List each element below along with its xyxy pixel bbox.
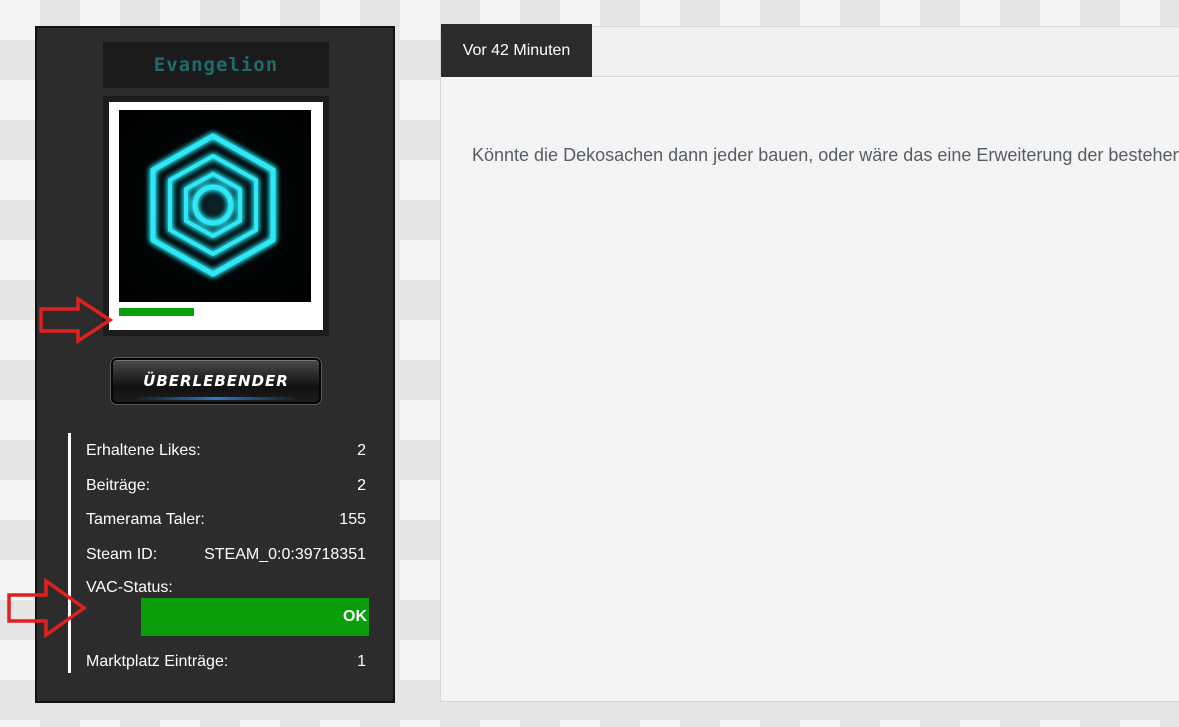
stat-likes: Erhaltene Likes: 2: [86, 439, 366, 463]
username-box: Evangelion: [103, 42, 329, 88]
post-panel: Vor 42 Minuten Könnte die Dekosachen dan…: [440, 24, 1179, 702]
red-arrow-icon: [39, 296, 114, 344]
post-content: Könnte die Dekosachen dann jeder bauen, …: [472, 145, 1179, 165]
rank-badge: ÜBERLEBENDER: [111, 358, 321, 404]
stat-value: 2: [357, 442, 366, 459]
username[interactable]: Evangelion: [154, 54, 278, 76]
rank-label: ÜBERLEBENDER: [143, 372, 289, 390]
stat-marketplace: Marktplatz Einträge: 1: [86, 650, 366, 674]
stat-label: Tamerama Taler:: [86, 511, 205, 528]
vac-status-badge: OK: [141, 598, 369, 636]
stat-label: Beiträge:: [86, 477, 151, 494]
stat-posts: Beiträge: 2: [86, 474, 366, 498]
stat-value[interactable]: 1: [357, 653, 366, 671]
vac-status-text: OK: [343, 608, 367, 625]
stat-steam-id: Steam ID: STEAM_0:0:39718351: [86, 543, 366, 567]
avatar-frame: [103, 96, 329, 336]
red-arrow-icon: [7, 578, 88, 638]
online-status-bar: [119, 308, 194, 316]
stat-label: Steam ID:: [86, 546, 158, 563]
stat-taler: Tamerama Taler: 155: [86, 508, 366, 532]
stat-value[interactable]: STEAM_0:0:39718351: [204, 546, 366, 564]
stat-label: Marktplatz Einträge:: [86, 653, 229, 670]
post-header: Vor 42 Minuten: [441, 24, 1179, 77]
post-time-tab[interactable]: Vor 42 Minuten: [441, 24, 592, 77]
stat-label: Erhaltene Likes:: [86, 442, 201, 459]
avatar-image: [119, 110, 311, 302]
stat-value[interactable]: 2: [357, 477, 366, 495]
stat-label: VAC-Status:: [86, 579, 173, 596]
post-time: Vor 42 Minuten: [462, 41, 571, 59]
neon-hexagon-icon: [150, 133, 276, 277]
stat-value: 155: [339, 511, 366, 528]
stat-vac: VAC-Status:: [86, 576, 366, 600]
avatar[interactable]: [109, 102, 323, 330]
user-stats: Erhaltene Likes: 2 Beiträge: 2 Tamerama …: [68, 433, 369, 674]
user-card: Evangelion ÜBERLEBENDER Erhaltene Likes:…: [35, 26, 395, 703]
